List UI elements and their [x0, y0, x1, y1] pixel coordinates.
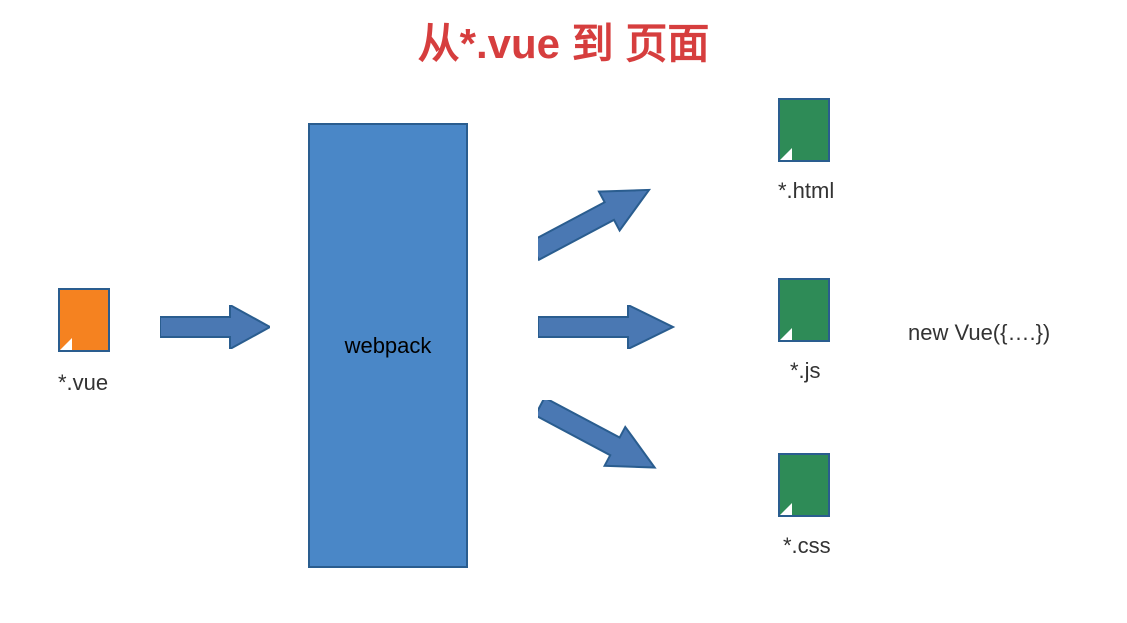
html-file-label: *.html	[778, 178, 834, 204]
arrow-to-webpack	[160, 305, 270, 349]
html-file-icon	[778, 98, 830, 162]
vue-file-icon	[58, 288, 110, 352]
arrow-to-js	[538, 305, 678, 349]
new-vue-annotation: new Vue({….})	[908, 320, 1050, 346]
css-file-icon	[778, 453, 830, 517]
webpack-processor-box: webpack	[308, 123, 468, 568]
js-file-label: *.js	[790, 358, 821, 384]
js-file-icon	[778, 278, 830, 342]
arrow-to-html	[538, 188, 678, 268]
vue-file-label: *.vue	[58, 370, 108, 396]
webpack-label: webpack	[345, 333, 432, 359]
arrow-to-css	[538, 400, 678, 480]
css-file-label: *.css	[783, 533, 831, 559]
diagram-title: 从*.vue 到 页面	[0, 10, 1127, 71]
